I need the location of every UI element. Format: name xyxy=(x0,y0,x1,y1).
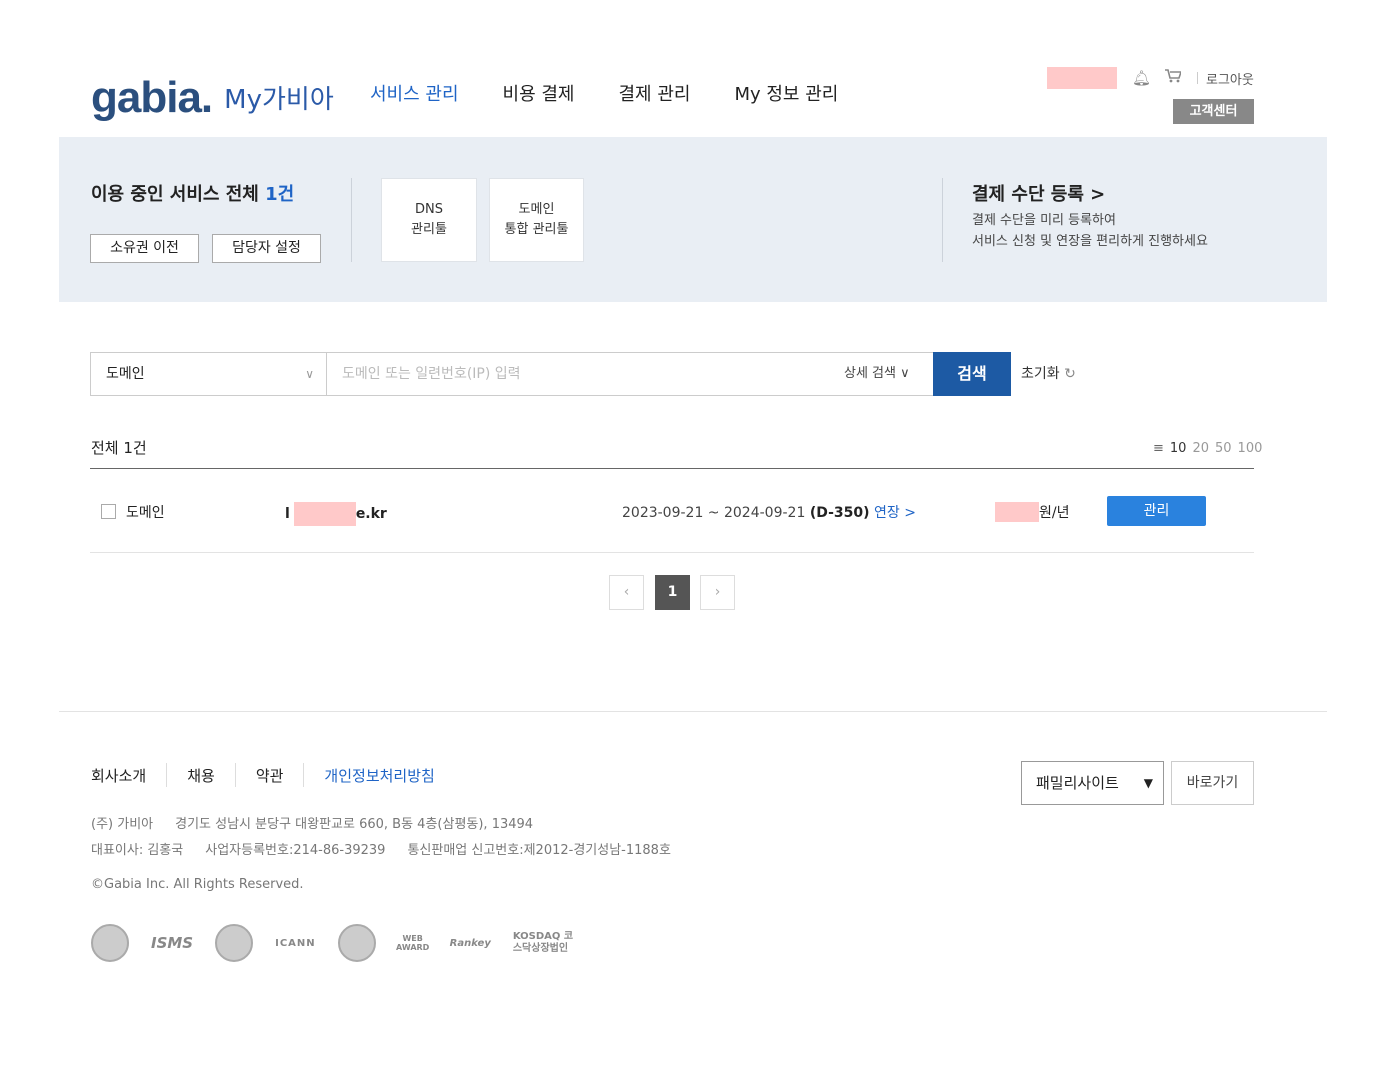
dns-tool-button[interactable]: DNS 관리툴 xyxy=(381,178,477,262)
divider xyxy=(303,763,305,787)
domain-tool-button[interactable]: 도메인 통합 관리툴 xyxy=(489,178,584,262)
period-range: 2023-09-21 ~ 2024-09-21 xyxy=(622,505,806,521)
nav-billing[interactable]: 비용 결제 xyxy=(503,83,575,107)
ownership-transfer-button[interactable]: 소유권 이전 xyxy=(90,234,199,263)
row-price: 원/년 xyxy=(995,502,1069,522)
manage-button[interactable]: 관리 xyxy=(1107,496,1206,526)
page-size-option[interactable]: 50 xyxy=(1215,441,1232,456)
divider xyxy=(942,178,943,262)
chevron-down-icon: ▼ xyxy=(1143,776,1153,790)
footer-link-terms[interactable]: 약관 xyxy=(256,765,284,786)
logo-sub: My가비아 xyxy=(224,85,334,115)
bell-icon[interactable]: 🔔︎ xyxy=(1132,69,1151,87)
divider xyxy=(351,178,352,262)
nav-payment-management[interactable]: 결제 관리 xyxy=(619,83,691,107)
list-top-border xyxy=(90,468,1254,469)
family-site-select[interactable]: 패밀리사이트 ▼ xyxy=(1021,761,1164,805)
search-button[interactable]: 검색 xyxy=(933,352,1011,396)
rankey-badge-icon: Rankey xyxy=(449,937,491,949)
business-number: 사업자등록번호:214-86-39239 xyxy=(205,843,386,858)
company-address: 경기도 성남시 분당구 대왕판교로 660, B동 4층(삼평동), 13494 xyxy=(175,817,534,832)
customer-center-button[interactable]: 고객센터 xyxy=(1173,99,1254,124)
tool-label-line1: 도메인 xyxy=(518,202,555,217)
tool-label-line2: 관리툴 xyxy=(411,222,447,237)
contact-setting-button[interactable]: 담당자 설정 xyxy=(212,234,321,263)
next-page-button[interactable]: › xyxy=(700,575,735,610)
domain-suffix: e.kr xyxy=(355,506,387,522)
service-count-label: 이용 중인 서비스 전체 xyxy=(91,184,266,205)
logo-text: gabia. xyxy=(91,73,213,122)
page-size-option[interactable]: 10 xyxy=(1170,441,1187,456)
row-service-type: 도메인 xyxy=(126,505,165,521)
nav-service-management[interactable]: 서비스 관리 xyxy=(370,83,459,107)
search-input[interactable]: 도메인 또는 일련번호(IP) 입력 xyxy=(326,352,934,396)
ceo: 대표이사: 김홍국 xyxy=(91,843,184,858)
payment-register-link[interactable]: 결제 수단 등록 > xyxy=(972,180,1105,206)
logout-link[interactable]: 로그아웃 xyxy=(1206,69,1254,88)
family-site-value: 패밀리사이트 xyxy=(1036,774,1119,792)
extend-link[interactable]: 연장 > xyxy=(874,505,916,521)
gabia-logo[interactable]: gabia. My가비아 xyxy=(91,72,334,122)
domain-prefix: l xyxy=(285,506,290,522)
company-info-line2: 대표이사: 김홍국 사업자등록번호:214-86-39239 통신판매업 신고번호:… xyxy=(91,839,671,858)
chevron-down-icon: ∨ xyxy=(900,366,910,381)
certification-seal-icon xyxy=(91,924,129,962)
row-divider xyxy=(90,552,1254,553)
company-info-line1: (주) 가비아 경기도 성남시 분당구 대왕판교로 660, B동 4층(삼평동)… xyxy=(91,813,533,832)
advanced-search-toggle[interactable]: 상세 검색 ∨ xyxy=(844,352,910,396)
reset-button[interactable]: 초기화 ↻ xyxy=(1021,352,1076,396)
search-category-value: 도메인 xyxy=(106,366,145,382)
price-suffix: 원/년 xyxy=(1039,505,1070,521)
certification-badges: ISMS ICANN WEB AWARD Rankey KOSDAQ 코스닥상장… xyxy=(91,922,581,964)
divider xyxy=(166,763,168,787)
redacted-price xyxy=(995,502,1039,522)
footer-link-privacy[interactable]: 개인정보처리방침 xyxy=(324,765,434,786)
main-nav: 서비스 관리 비용 결제 결제 관리 My 정보 관리 xyxy=(370,83,882,107)
csap-seal-icon xyxy=(215,924,254,962)
footer-link-careers[interactable]: 채용 xyxy=(187,765,215,786)
footer-links: 회사소개 채용 약관 개인정보처리방침 xyxy=(91,763,435,787)
nav-my-info[interactable]: My 정보 관리 xyxy=(734,83,838,107)
icann-badge-icon: ICANN xyxy=(275,937,316,949)
prev-page-button[interactable]: ‹ xyxy=(609,575,644,610)
goto-button[interactable]: 바로가기 xyxy=(1171,761,1254,805)
page-button-current[interactable]: 1 xyxy=(655,575,690,610)
redacted-domain xyxy=(293,502,356,526)
page-size-selector: ≡ 10 20 50 100 xyxy=(1153,441,1262,456)
web-award-badge-icon: WEB AWARD xyxy=(396,934,430,952)
reset-label: 초기화 xyxy=(1021,366,1060,382)
row-checkbox[interactable] xyxy=(101,504,116,519)
page-size-option[interactable]: 100 xyxy=(1238,441,1263,456)
divider xyxy=(234,763,236,787)
divider xyxy=(1197,72,1198,84)
payment-description: 결제 수단을 미리 등록하여 서비스 신청 및 연장을 편리하게 진행하세요 xyxy=(972,210,1208,252)
page-size-option[interactable]: 20 xyxy=(1192,441,1209,456)
redacted-username xyxy=(1047,67,1117,89)
advanced-search-label: 상세 검색 xyxy=(844,366,896,381)
footer-link-company[interactable]: 회사소개 xyxy=(91,765,146,786)
total-count: 전체 1건 xyxy=(91,439,147,457)
service-count-title: 이용 중인 서비스 전체 1건 xyxy=(91,180,294,206)
tool-label-line2: 통합 관리툴 xyxy=(504,222,569,237)
company-name: (주) 가비아 xyxy=(91,817,154,832)
ecommerce-number: 통신판매업 신고번호:제2012-경기성남-1188호 xyxy=(407,843,671,858)
row-period: 2023-09-21 ~ 2024-09-21 (D-350) 연장 > xyxy=(622,502,916,522)
search-category-select[interactable]: 도메인 ∨ xyxy=(90,352,327,396)
list-icon: ≡ xyxy=(1153,441,1164,456)
chevron-down-icon: ∨ xyxy=(305,367,314,381)
isms-badge-icon: ISMS xyxy=(151,934,194,952)
award-seal-icon xyxy=(337,924,376,962)
refresh-icon: ↻ xyxy=(1064,366,1076,382)
utility-bar: 🔔︎ 로그아웃 xyxy=(1047,67,1254,89)
kosdaq-badge-icon: KOSDAQ 코스닥상장법인 xyxy=(512,931,574,954)
payment-desc-line1: 결제 수단을 미리 등록하여 xyxy=(972,213,1116,228)
cart-icon[interactable] xyxy=(1164,69,1183,87)
payment-desc-line2: 서비스 신청 및 연장을 편리하게 진행하세요 xyxy=(972,234,1208,249)
row-domain: l e.kr xyxy=(285,502,387,526)
service-count-value: 1건 xyxy=(265,184,295,205)
dday-badge: (D-350) xyxy=(809,505,870,521)
tool-label-line1: DNS xyxy=(415,202,443,217)
footer-divider xyxy=(59,711,1327,712)
copyright: ©Gabia Inc. All Rights Reserved. xyxy=(91,877,304,892)
